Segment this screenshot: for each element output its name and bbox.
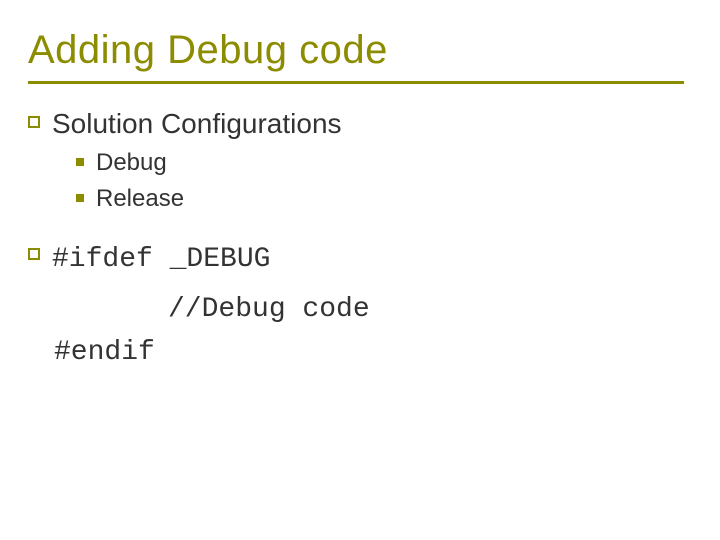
list-item-label: Debug bbox=[96, 148, 167, 178]
slide: Adding Debug code Solution Configuration… bbox=[0, 0, 720, 540]
code-line: #endif bbox=[54, 331, 684, 374]
list-item-label: Solution Configurations bbox=[52, 106, 342, 142]
list-item-label: Release bbox=[96, 184, 184, 214]
code-block: #ifdef _DEBUG //Debug code #endif bbox=[28, 238, 684, 374]
square-outline-icon bbox=[28, 116, 40, 128]
list-item: #ifdef _DEBUG bbox=[28, 238, 684, 281]
slide-title: Adding Debug code bbox=[28, 28, 684, 79]
square-solid-icon bbox=[76, 194, 84, 202]
code-line: //Debug code bbox=[168, 288, 684, 331]
square-outline-icon bbox=[28, 248, 40, 260]
square-solid-icon bbox=[76, 158, 84, 166]
code-line: #ifdef _DEBUG bbox=[52, 238, 270, 281]
list-item: Debug bbox=[76, 148, 684, 178]
bullet-list: Solution Configurations Debug Release bbox=[28, 106, 684, 214]
sub-list: Debug Release bbox=[76, 148, 684, 214]
title-underline bbox=[28, 81, 684, 84]
list-item: Solution Configurations bbox=[28, 106, 684, 142]
list-item: Release bbox=[76, 184, 684, 214]
